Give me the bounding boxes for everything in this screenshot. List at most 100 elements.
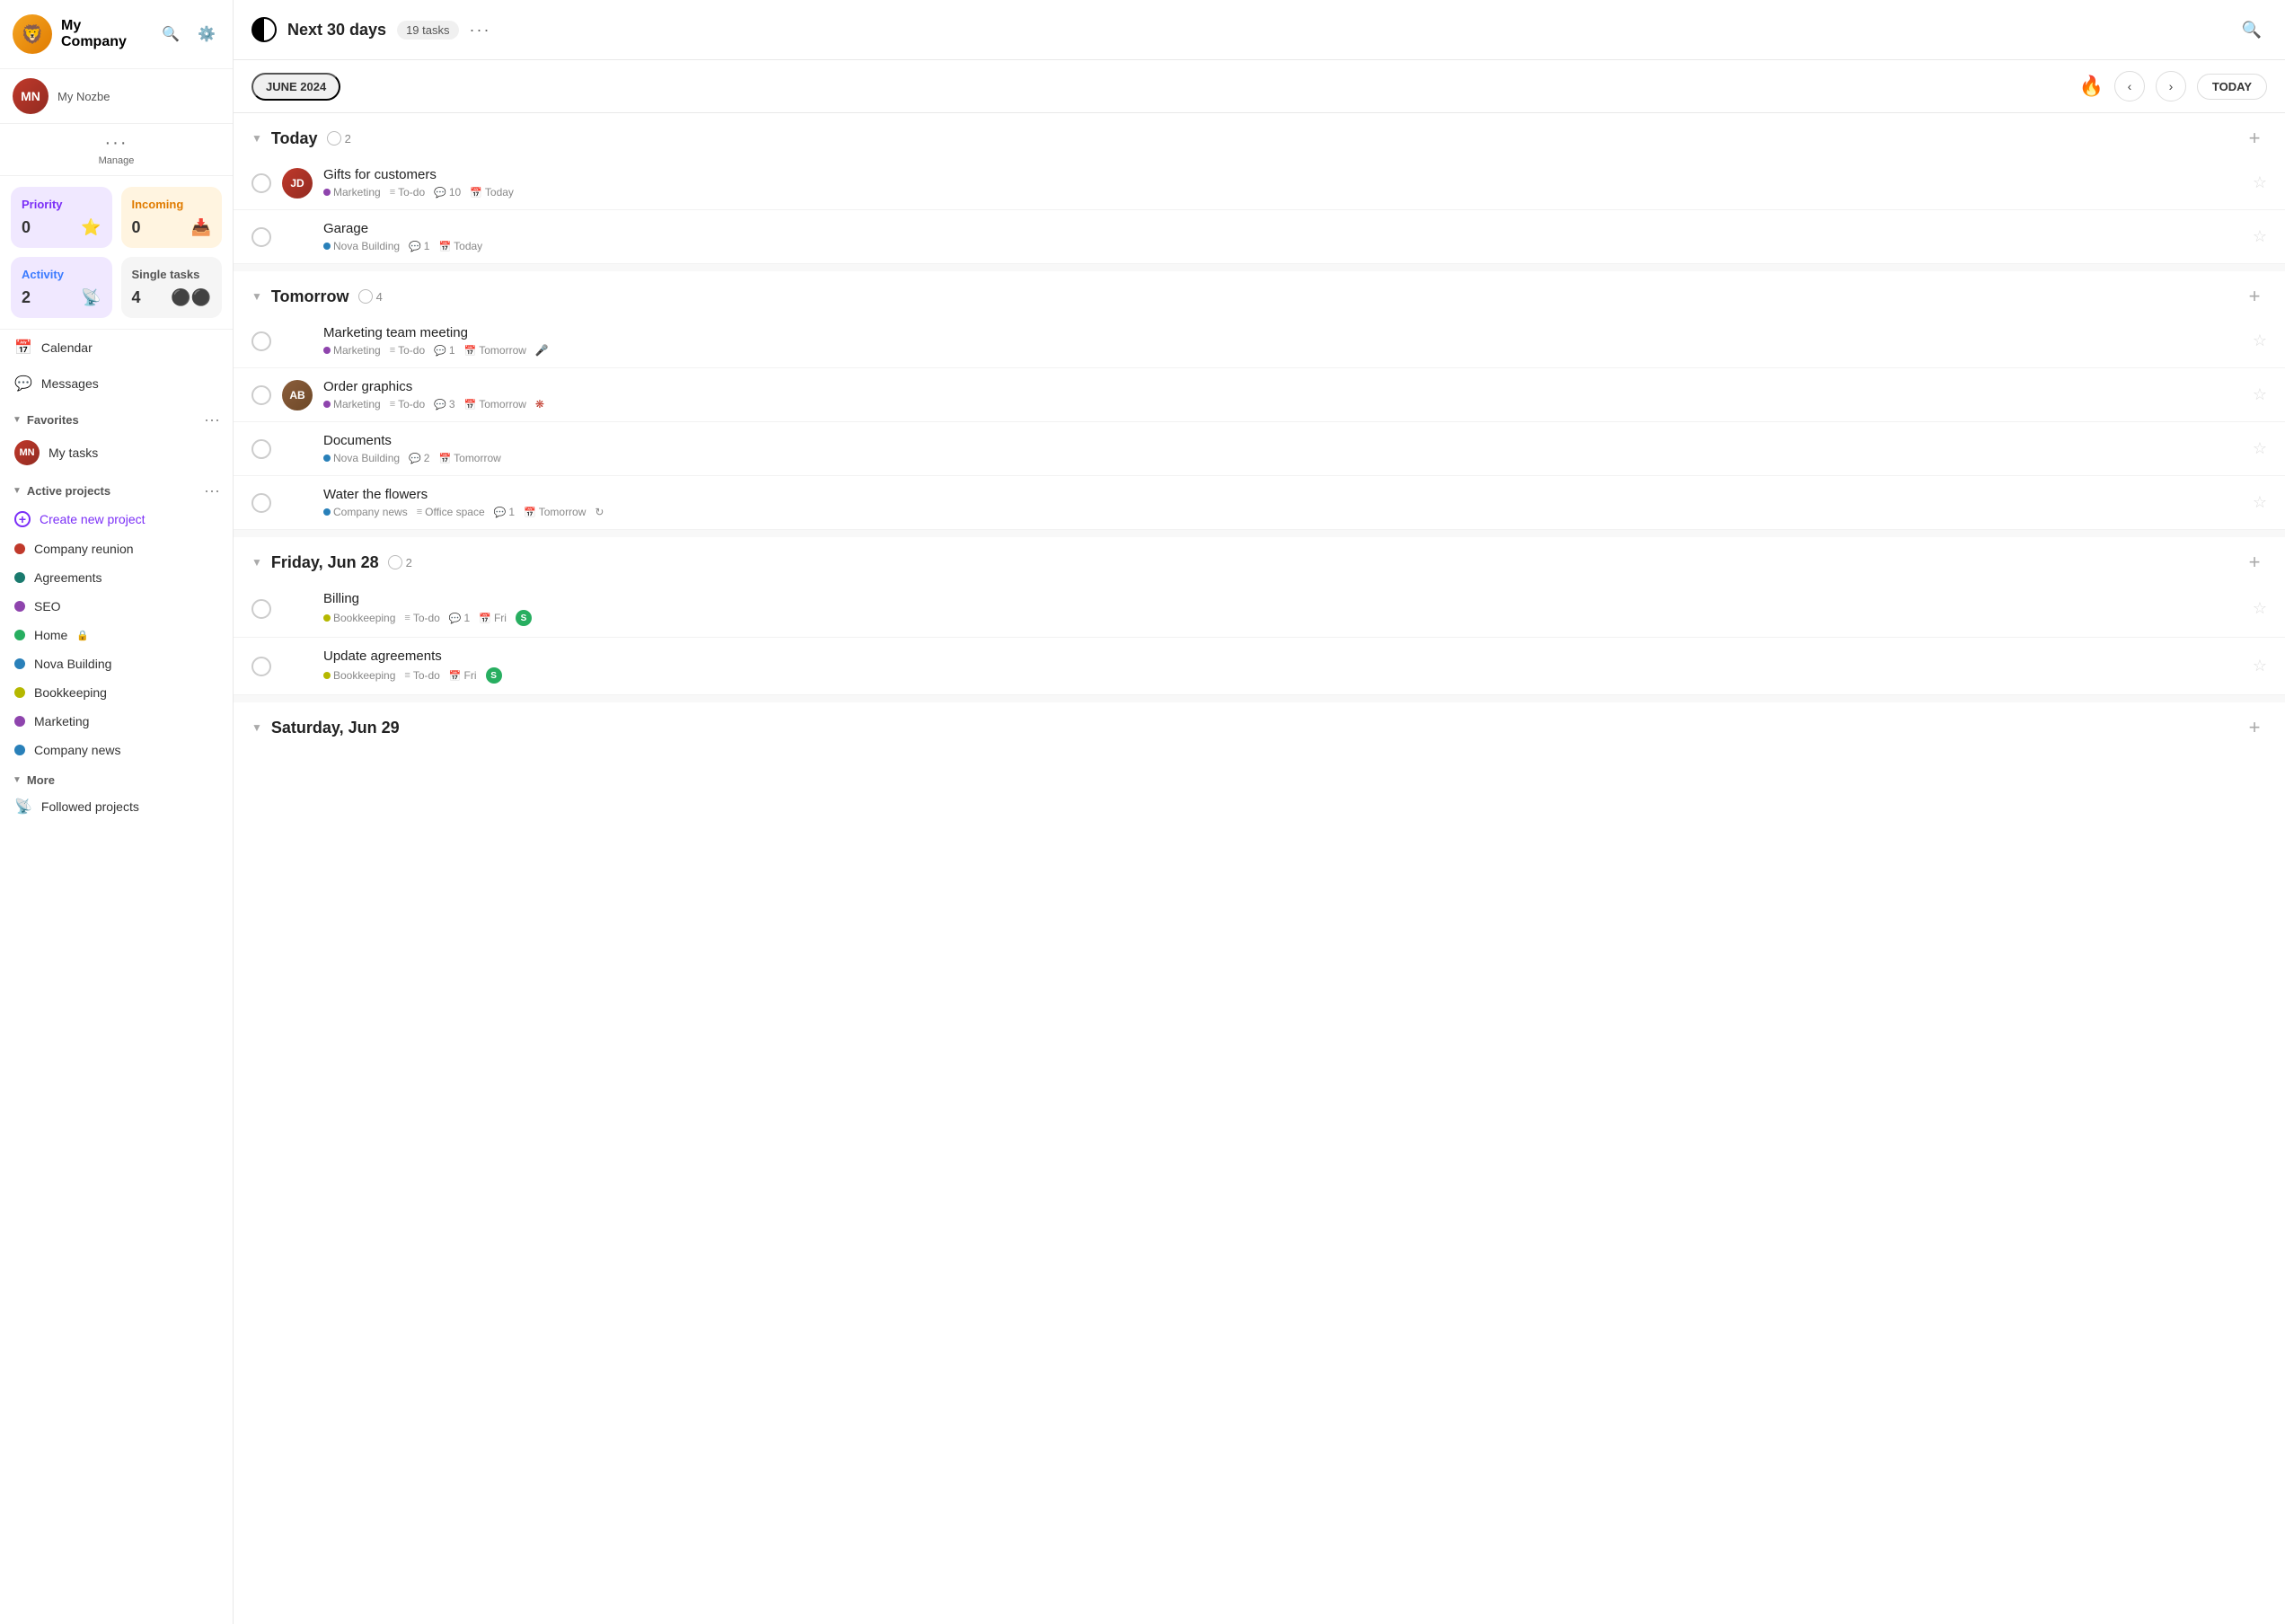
activity-card[interactable]: Activity 2 📡 (11, 257, 112, 318)
task-star-garage[interactable]: ☆ (2253, 227, 2267, 246)
main-search-button[interactable]: 🔍 (2236, 14, 2267, 45)
incoming-card[interactable]: Incoming 0 📥 (121, 187, 223, 248)
meta-date-garage-value: Today (454, 240, 482, 252)
task-checkbox-documents[interactable] (251, 439, 271, 459)
meta-category-water-flowers-label: Office space (425, 506, 484, 518)
task-meta-garage: Nova Building 💬 1 📅 Today (323, 240, 2242, 252)
project-item-agreements[interactable]: Agreements (0, 563, 233, 592)
task-gifts-for-customers[interactable]: JD Gifts for customers Marketing ≡ To-do (234, 156, 2285, 210)
company-logo[interactable]: 🦁 (13, 14, 52, 54)
manage-section[interactable]: ··· Manage (0, 124, 233, 176)
day-section-today: ▼ Today 2 + JD Gifts for customers (234, 113, 2285, 264)
sidebar-item-my-tasks[interactable]: MN My tasks (0, 433, 233, 472)
meta-date-order-graphics: 📅 Tomorrow (464, 398, 526, 410)
main-menu-icon[interactable]: ··· (470, 21, 491, 40)
task-documents[interactable]: Documents Nova Building 💬 2 📅 Tomorro (234, 422, 2285, 476)
create-plus-icon: + (14, 511, 31, 527)
task-avatar-order-graphics: AB (282, 380, 313, 410)
single-count: 4 (132, 288, 141, 307)
project-item-bookkeeping[interactable]: Bookkeeping (0, 678, 233, 707)
divider-2 (234, 530, 2285, 537)
tomorrow-circle-icon (358, 289, 373, 304)
task-star-billing[interactable]: ☆ (2253, 599, 2267, 618)
meta-comments-marketing-meeting-count: 1 (449, 344, 455, 357)
task-checkbox-update-agreements[interactable] (251, 657, 271, 676)
task-checkbox-water-flowers[interactable] (251, 493, 271, 513)
task-content-order-graphics: Order graphics Marketing ≡ To-do 💬 3 (323, 379, 2242, 410)
project-item-company-news[interactable]: Company news (0, 736, 233, 764)
task-billing[interactable]: Billing Bookkeeping ≡ To-do 💬 1 (234, 580, 2285, 638)
today-chevron[interactable]: ▼ (251, 132, 262, 145)
task-checkbox-billing[interactable] (251, 599, 271, 619)
active-projects-more-icon[interactable]: ··· (204, 481, 220, 500)
favorites-chevron[interactable]: ▼ (13, 415, 22, 425)
search-button[interactable]: 🔍 (157, 21, 184, 48)
active-projects-header: ▼ Active projects ··· (0, 472, 233, 504)
month-badge[interactable]: JUNE 2024 (251, 73, 340, 101)
meta-dot-marketing-meeting (323, 347, 331, 354)
task-star-gifts[interactable]: ☆ (2253, 173, 2267, 192)
prev-arrow-button[interactable]: ‹ (2114, 71, 2145, 102)
comments-icon-garage: 💬 (409, 241, 421, 252)
nav-calendar[interactable]: 📅 Calendar (0, 330, 233, 366)
active-projects-title: Active projects (27, 484, 110, 498)
single-tasks-card[interactable]: Single tasks 4 ⚫⚫ (121, 257, 223, 318)
active-projects-chevron[interactable]: ▼ (13, 486, 22, 496)
task-content-billing: Billing Bookkeeping ≡ To-do 💬 1 (323, 591, 2242, 626)
task-update-agreements[interactable]: Update agreements Bookkeeping ≡ To-do 📅 (234, 638, 2285, 695)
task-star-marketing-meeting[interactable]: ☆ (2253, 331, 2267, 350)
meta-date-water-flowers: 📅 Tomorrow (524, 506, 586, 518)
settings-button[interactable]: ⚙️ (193, 21, 220, 48)
tomorrow-chevron[interactable]: ▼ (251, 290, 262, 303)
task-checkbox-order-graphics[interactable] (251, 385, 271, 405)
task-star-water-flowers[interactable]: ☆ (2253, 493, 2267, 512)
favorites-more-icon[interactable]: ··· (204, 410, 220, 429)
meta-date-update-agreements-value: Fri (464, 669, 477, 682)
saturday-chevron[interactable]: ▼ (251, 721, 262, 734)
task-checkbox-marketing-meeting[interactable] (251, 331, 271, 351)
task-checkbox-gifts[interactable] (251, 173, 271, 193)
project-label-seo: SEO (34, 599, 61, 613)
project-item-home[interactable]: Home 🔒 (0, 621, 233, 649)
create-project-item[interactable]: + Create new project (0, 504, 233, 534)
task-content-water-flowers: Water the flowers Company news ≡ Office … (323, 487, 2242, 518)
task-star-order-graphics[interactable]: ☆ (2253, 385, 2267, 404)
followed-projects-item[interactable]: 📡 Followed projects (0, 790, 233, 823)
today-add-button[interactable]: + (2242, 126, 2267, 151)
project-item-marketing[interactable]: Marketing (0, 707, 233, 736)
saturday-add-button[interactable]: + (2242, 715, 2267, 740)
tomorrow-add-button[interactable]: + (2242, 284, 2267, 309)
nav-messages[interactable]: 💬 Messages (0, 366, 233, 402)
calendar-icon: 📅 (14, 339, 32, 357)
task-checkbox-garage[interactable] (251, 227, 271, 247)
friday-add-button[interactable]: + (2242, 550, 2267, 575)
task-marketing-meeting[interactable]: Marketing team meeting Marketing ≡ To-do… (234, 314, 2285, 368)
meta-dot-documents (323, 455, 331, 462)
today-button[interactable]: TODAY (2197, 74, 2267, 100)
priority-card[interactable]: Priority 0 ⭐ (11, 187, 112, 248)
task-star-documents[interactable]: ☆ (2253, 439, 2267, 458)
task-star-update-agreements[interactable]: ☆ (2253, 657, 2267, 675)
project-label-company-news: Company news (34, 743, 121, 757)
meta-comments-order-graphics: 💬 3 (434, 398, 454, 410)
avatar[interactable]: MN (13, 78, 49, 114)
project-item-seo[interactable]: SEO (0, 592, 233, 621)
project-item-nova-building[interactable]: Nova Building (0, 649, 233, 678)
comments-icon-order-graphics: 💬 (434, 399, 446, 410)
more-chevron[interactable]: ▼ (13, 775, 22, 785)
meta-project-name-marketing-meeting: Marketing (333, 344, 381, 357)
task-meta-marketing-meeting: Marketing ≡ To-do 💬 1 📅 Tomorrow (323, 344, 2242, 357)
task-garage[interactable]: Garage Nova Building 💬 1 📅 Today (234, 210, 2285, 264)
day-section-tomorrow: ▼ Tomorrow 4 + Marketing team meeting Ma… (234, 271, 2285, 530)
meta-project-marketing-meeting: Marketing (323, 344, 381, 357)
task-water-flowers[interactable]: Water the flowers Company news ≡ Office … (234, 476, 2285, 530)
project-item-company-reunion[interactable]: Company reunion (0, 534, 233, 563)
incoming-count: 0 (132, 218, 141, 237)
friday-chevron[interactable]: ▼ (251, 556, 262, 569)
next-arrow-button[interactable]: › (2156, 71, 2186, 102)
task-order-graphics[interactable]: AB Order graphics Marketing ≡ To-do (234, 368, 2285, 422)
nav-calendar-label: Calendar (41, 340, 93, 355)
more-title: More (27, 773, 55, 787)
calendar-sub-header: JUNE 2024 🔥 ‹ › TODAY (234, 60, 2285, 113)
followed-projects-icon: 📡 (14, 798, 32, 816)
